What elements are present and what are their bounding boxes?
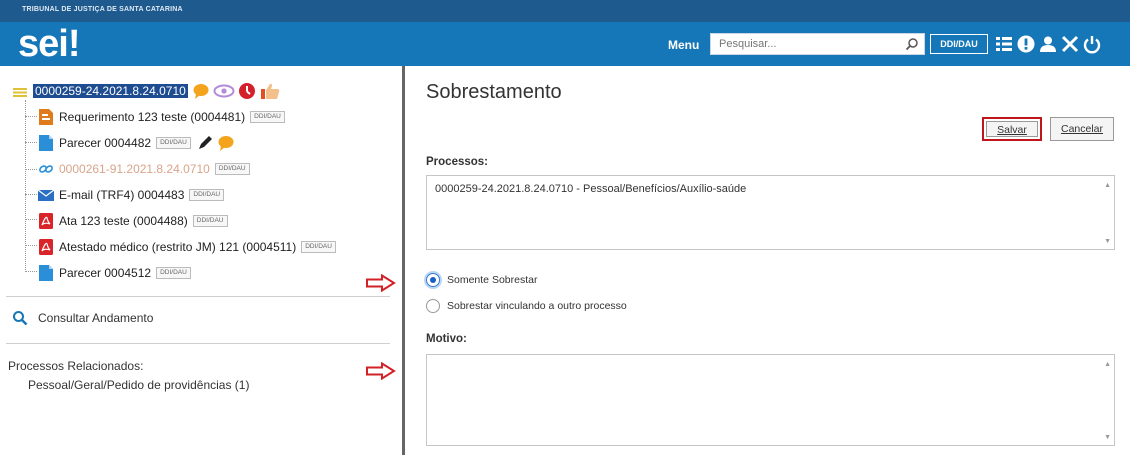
motivo-label: Motivo: [426, 333, 467, 345]
doc-icon [39, 135, 53, 151]
tree-item-label[interactable]: E-mail (TRF4) 0004483 [59, 188, 184, 202]
main-header: sei! Menu DDI/DAU [0, 22, 1130, 66]
tree-item-label[interactable]: Atestado médico (restrito JM) 121 (00045… [59, 240, 296, 254]
scroll-down-icon[interactable]: ▼ [1104, 434, 1111, 441]
menu-button[interactable]: Menu [668, 38, 699, 52]
radio-button[interactable] [426, 299, 440, 313]
divider [6, 343, 390, 344]
unit-badge: DDI/DAU [301, 241, 336, 253]
link-icon [39, 165, 53, 173]
grid-icon[interactable] [994, 34, 1014, 54]
pdf-icon [39, 213, 53, 229]
tree-item-label[interactable]: 0000261-91.2021.8.24.0710 [59, 162, 210, 176]
arrow-right-icon [366, 274, 396, 292]
related-processes-title: Processos Relacionados: [8, 359, 144, 373]
processos-value[interactable]: 0000259-24.2021.8.24.0710 - Pessoal/Bene… [435, 183, 746, 195]
radio-button-selected[interactable] [426, 273, 440, 287]
sei-app: TRIBUNAL DE JUSTIÇA DE SANTA CATARINA se… [0, 0, 1130, 455]
tree-item[interactable]: E-mail (TRF4) 0004483 DDI/DAU [38, 184, 225, 206]
motivo-textarea[interactable]: ▲ ▼ [426, 354, 1115, 446]
email-icon [38, 189, 54, 201]
search-input[interactable] [711, 34, 891, 54]
consultar-andamento-label[interactable]: Consultar Andamento [38, 311, 153, 325]
form-doc-icon [39, 109, 53, 125]
consultar-andamento-link[interactable]: Consultar Andamento [12, 310, 153, 326]
top-bar: TRIBUNAL DE JUSTIÇA DE SANTA CATARINA [0, 0, 1130, 22]
tree-item-label[interactable]: Parecer 0004482 [59, 136, 151, 150]
tree-item-label[interactable]: Parecer 0004512 [59, 266, 151, 280]
unit-badge: DDI/DAU [156, 137, 191, 149]
tree-item-label[interactable]: Requerimento 123 teste (0004481) [59, 110, 245, 124]
user-icon[interactable] [1038, 34, 1058, 54]
tree-item[interactable]: Atestado médico (restrito JM) 121 (00045… [38, 236, 336, 258]
unit-badge: DDI/DAU [250, 111, 285, 123]
processos-list[interactable]: 0000259-24.2021.8.24.0710 - Pessoal/Bene… [426, 175, 1115, 250]
processos-label: Processos: [426, 156, 489, 168]
save-button[interactable]: Salvar [982, 117, 1042, 141]
radio-somente-sobrestar[interactable]: Somente Sobrestar [426, 273, 537, 287]
scroll-up-icon[interactable]: ▲ [1104, 361, 1111, 368]
tree-item[interactable]: Parecer 0004482 DDI/DAU [38, 132, 235, 154]
radio-label[interactable]: Somente Sobrestar [447, 274, 537, 286]
tree-item[interactable]: 0000261-91.2021.8.24.0710 DDI/DAU [38, 158, 250, 180]
unit-selector[interactable]: DDI/DAU [930, 34, 988, 54]
process-tree-pane: 0000259-24.2021.8.24.0710 Requerimento 1… [0, 66, 405, 455]
arrow-right-icon [366, 362, 396, 380]
unit-badge: DDI/DAU [192, 215, 228, 227]
comment-icon[interactable] [192, 82, 210, 100]
org-name: TRIBUNAL DE JUSTIÇA DE SANTA CATARINA [22, 6, 183, 13]
radio-sobrestar-vinculando[interactable]: Sobrestar vinculando a outro processo [426, 299, 627, 313]
tree-item-label[interactable]: Ata 123 teste (0004488) [59, 214, 188, 228]
sei-logo[interactable]: sei! [18, 24, 80, 64]
doc-icon [39, 265, 53, 281]
related-process-link[interactable]: Pessoal/Geral/Pedido de providências (1) [28, 378, 249, 392]
unit-badge: DDI/DAU [189, 189, 225, 201]
scroll-down-icon[interactable]: ▼ [1104, 238, 1111, 245]
scroll-up-icon[interactable]: ▲ [1104, 182, 1111, 189]
tree-item[interactable]: Ata 123 teste (0004488) DDI/DAU [38, 210, 228, 232]
search-icon[interactable] [905, 37, 919, 51]
folder-icon [13, 88, 27, 97]
info-icon[interactable] [1016, 34, 1036, 54]
pdf-icon [39, 239, 53, 255]
root-process-number[interactable]: 0000259-24.2021.8.24.0710 [33, 84, 188, 98]
tree-root[interactable]: 0000259-24.2021.8.24.0710 [12, 80, 281, 102]
tree-item[interactable]: Requerimento 123 teste (0004481) DDI/DAU [38, 106, 285, 128]
search-icon [13, 311, 28, 326]
divider [6, 296, 390, 297]
tools-icon[interactable] [1060, 34, 1080, 54]
search-box [710, 33, 925, 55]
pen-icon[interactable] [196, 134, 214, 152]
eye-icon[interactable] [213, 82, 235, 100]
cancel-button[interactable]: Cancelar [1050, 117, 1114, 141]
clock-icon[interactable] [238, 82, 256, 100]
power-icon[interactable] [1082, 34, 1102, 54]
comment-icon[interactable] [217, 134, 235, 152]
save-button-label[interactable]: Salvar [986, 121, 1038, 137]
radio-label[interactable]: Sobrestar vinculando a outro processo [447, 300, 627, 312]
thumb-icon[interactable] [259, 82, 281, 100]
page-title: Sobrestamento [426, 81, 562, 103]
unit-badge: DDI/DAU [214, 163, 250, 175]
unit-badge: DDI/DAU [156, 267, 191, 279]
sobrestamento-form: Sobrestamento Salvar Cancelar Processos:… [408, 66, 1130, 455]
tree-item[interactable]: Parecer 0004512 DDI/DAU [38, 262, 191, 284]
